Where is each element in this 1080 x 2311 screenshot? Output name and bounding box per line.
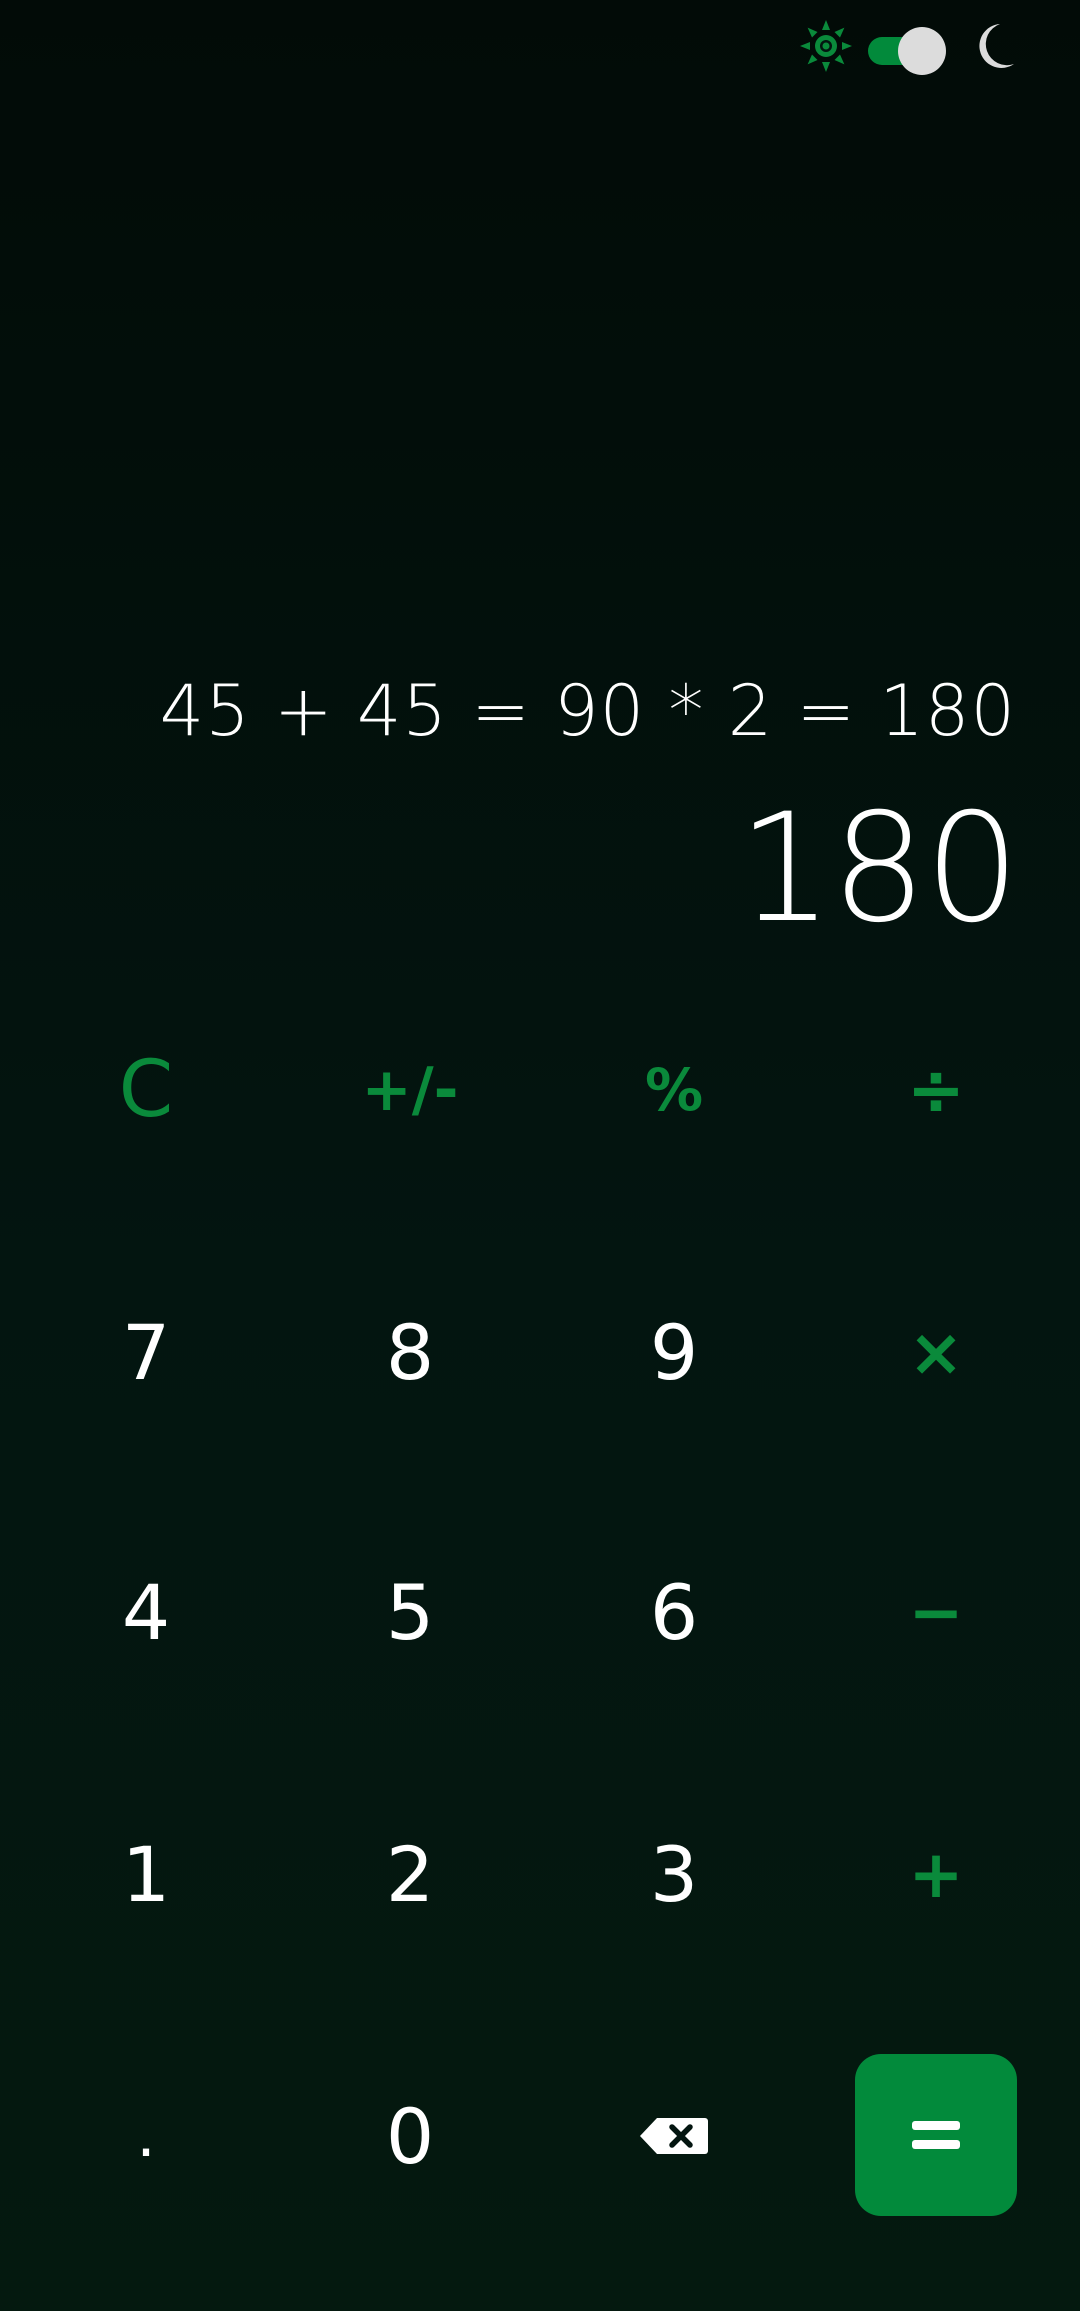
calculator-app: 45 + 45 = 90 * 2 = 180 180 C +/- % ÷ 7 8… xyxy=(0,0,1080,2311)
moon-icon[interactable] xyxy=(966,20,1018,72)
minus-button[interactable]: − xyxy=(836,1522,1036,1702)
digit-1-button[interactable]: 1 xyxy=(46,1784,246,1964)
sun-icon[interactable] xyxy=(798,18,854,74)
percent-button[interactable]: % xyxy=(574,1000,774,1180)
digit-9-button[interactable]: 9 xyxy=(574,1262,774,1442)
digit-0-button[interactable]: 0 xyxy=(310,2046,510,2226)
digit-6-button[interactable]: 6 xyxy=(574,1522,774,1702)
decimal-button[interactable]: . xyxy=(46,2046,246,2226)
expression-history: 45 + 45 = 90 * 2 = 180 xyxy=(159,670,1016,752)
clear-button[interactable]: C xyxy=(46,1000,246,1180)
divide-button[interactable]: ÷ xyxy=(836,1000,1036,1180)
backspace-button[interactable] xyxy=(574,2046,774,2226)
digit-7-button[interactable]: 7 xyxy=(46,1262,246,1442)
switch-thumb xyxy=(898,27,946,75)
theme-toggle[interactable] xyxy=(798,18,1018,75)
digit-2-button[interactable]: 2 xyxy=(310,1784,510,1964)
digit-8-button[interactable]: 8 xyxy=(310,1262,510,1442)
sign-toggle-button[interactable]: +/- xyxy=(310,1000,510,1180)
result-display: 180 xyxy=(737,782,1020,956)
digit-5-button[interactable]: 5 xyxy=(310,1522,510,1702)
digit-4-button[interactable]: 4 xyxy=(46,1522,246,1702)
multiply-button[interactable]: × xyxy=(836,1262,1036,1442)
equals-icon xyxy=(912,2121,960,2149)
equals-button[interactable] xyxy=(855,2054,1017,2216)
dark-mode-switch[interactable] xyxy=(868,24,952,75)
backspace-icon xyxy=(640,2118,708,2154)
plus-button[interactable]: + xyxy=(836,1784,1036,1964)
digit-3-button[interactable]: 3 xyxy=(574,1784,774,1964)
